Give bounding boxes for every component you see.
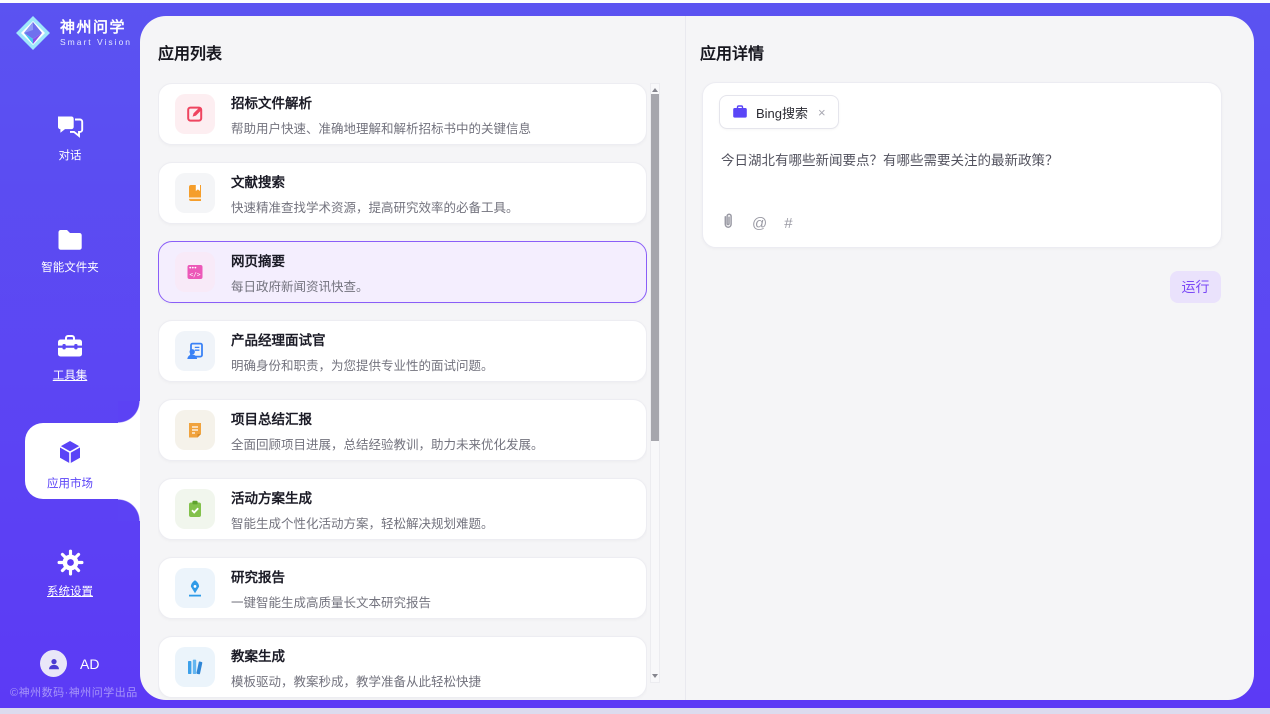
avatar — [40, 650, 67, 677]
gem-diamond-icon — [13, 13, 53, 53]
app-card-event-plan[interactable]: 活动方案生成 智能生成个性化活动方案，轻松解决规划难题。 — [158, 478, 647, 540]
toolbox-icon — [0, 330, 140, 360]
app-name: 教案生成 — [231, 645, 481, 665]
app-name: 文献搜索 — [231, 171, 519, 191]
app-name: 产品经理面试官 — [231, 329, 494, 349]
sidebar-item-chat[interactable]: 对话 — [0, 110, 140, 163]
scroll-up-arrow-icon[interactable] — [652, 88, 658, 92]
tool-chip-label: Bing搜索 — [756, 103, 808, 122]
panel-divider — [685, 16, 686, 700]
sidebar-item-label: 应用市场 — [0, 475, 140, 491]
svg-text:</>: </> — [189, 271, 200, 278]
close-icon[interactable]: × — [818, 105, 826, 120]
app-name: 活动方案生成 — [231, 487, 494, 507]
app-card-bid-analysis[interactable]: 招标文件解析 帮助用户快速、准确地理解和解析招标书中的关键信息 — [158, 83, 647, 145]
app-card-research-report[interactable]: 研究报告 一键智能生成高质量长文本研究报告 — [158, 557, 647, 619]
sidebar-item-label: 工具集 — [0, 367, 140, 383]
content-panel: 应用列表 招标文件解析 帮助用户快速、准确地理解和解析招标书中的关键信息 — [140, 16, 1254, 700]
app-list: 招标文件解析 帮助用户快速、准确地理解和解析招标书中的关键信息 文献搜索 — [158, 83, 647, 700]
browser-code-icon: </> — [175, 252, 215, 292]
app-desc: 每日政府新闻资讯快查。 — [231, 276, 369, 295]
note-report-icon — [175, 410, 215, 450]
sidebar-item-label: 系统设置 — [0, 583, 140, 599]
app-card-literature-search[interactable]: 文献搜索 快速精准查找学术资源，提高研究效率的必备工具。 — [158, 162, 647, 224]
sidebar-item-smart-folder[interactable]: 智能文件夹 — [0, 222, 140, 275]
brand-name: 神州问学 — [60, 19, 132, 37]
mention-at-icon[interactable]: @ — [752, 215, 767, 232]
paperclip-icon[interactable] — [721, 212, 735, 234]
pen-nib-icon — [175, 568, 215, 608]
copyright-text: ©神州数码·神州问学出品 — [10, 684, 138, 700]
folder-icon — [0, 222, 140, 252]
app-list-title: 应用列表 — [158, 40, 222, 64]
clipboard-check-icon — [175, 489, 215, 529]
cube-icon — [0, 438, 140, 468]
briefcase-icon — [732, 105, 748, 119]
hash-tag-icon[interactable]: # — [784, 215, 792, 232]
app-name: 研究报告 — [231, 566, 431, 586]
composer-toolbar: @ # — [721, 212, 793, 234]
app-desc: 帮助用户快速、准确地理解和解析招标书中的关键信息 — [231, 118, 531, 137]
scrollbar-thumb[interactable] — [651, 94, 659, 441]
books-icon — [175, 647, 215, 687]
sidebar-item-label: 对话 — [0, 147, 140, 163]
scroll-down-arrow-icon[interactable] — [652, 674, 658, 678]
app-window: 神州问学 Smart Vision 对话 — [0, 0, 1270, 714]
brand-subtitle: Smart Vision — [60, 37, 132, 47]
sidebar-item-toolset[interactable]: 工具集 — [0, 330, 140, 383]
sidebar-item-settings[interactable]: 系统设置 — [0, 546, 140, 599]
app-desc: 全面回顾项目进展，总结经验教训，助力未来优化发展。 — [231, 434, 544, 453]
run-button[interactable]: 运行 — [1170, 271, 1221, 303]
app-desc: 模板驱动，教案秒成，教学准备从此轻松快捷 — [231, 671, 481, 690]
app-name: 网页摘要 — [231, 250, 369, 270]
app-name: 项目总结汇报 — [231, 408, 544, 428]
query-text[interactable]: 今日湖北有哪些新闻要点？有哪些需要关注的最新政策？ — [721, 151, 1203, 170]
user-name: AD — [80, 656, 99, 672]
gear-icon — [0, 546, 140, 576]
app-card-lesson-plan[interactable]: 教案生成 模板驱动，教案秒成，教学准备从此轻松快捷 — [158, 636, 647, 698]
chat-bubbles-icon — [0, 110, 140, 140]
sidebar: 神州问学 Smart Vision 对话 — [0, 3, 140, 708]
app-desc: 一键智能生成高质量长文本研究报告 — [231, 592, 431, 611]
app-desc: 快速精准查找学术资源，提高研究效率的必备工具。 — [231, 197, 519, 216]
app-card-project-summary[interactable]: 项目总结汇报 全面回顾项目进展，总结经验教训，助力未来优化发展。 — [158, 399, 647, 461]
app-card-pm-interviewer[interactable]: 产品经理面试官 明确身份和职责，为您提供专业性的面试问题。 — [158, 320, 647, 382]
app-background: 神州问学 Smart Vision 对话 — [0, 3, 1270, 708]
edit-document-icon — [175, 94, 215, 134]
brand-logo: 神州问学 Smart Vision — [13, 13, 132, 53]
tool-chip-bing-search[interactable]: Bing搜索 × — [719, 95, 839, 129]
sidebar-item-label: 智能文件夹 — [0, 259, 140, 275]
prompt-editor[interactable]: Bing搜索 × 今日湖北有哪些新闻要点？有哪些需要关注的最新政策？ @ # — [702, 82, 1222, 248]
person-avatar-icon — [47, 657, 61, 671]
bottom-edge-strip — [0, 708, 1270, 714]
sidebar-item-app-market[interactable]: 应用市场 — [0, 438, 140, 491]
app-list-scrollbar[interactable] — [650, 83, 660, 683]
app-desc: 明确身份和职责，为您提供专业性的面试问题。 — [231, 355, 494, 374]
interviewer-document-icon — [175, 331, 215, 371]
user-account[interactable]: AD — [40, 650, 99, 677]
app-detail-title: 应用详情 — [700, 40, 764, 64]
app-card-web-summary[interactable]: </> 网页摘要 每日政府新闻资讯快查。 — [158, 241, 647, 303]
app-desc: 智能生成个性化活动方案，轻松解决规划难题。 — [231, 513, 494, 532]
app-name: 招标文件解析 — [231, 92, 531, 112]
book-icon — [175, 173, 215, 213]
